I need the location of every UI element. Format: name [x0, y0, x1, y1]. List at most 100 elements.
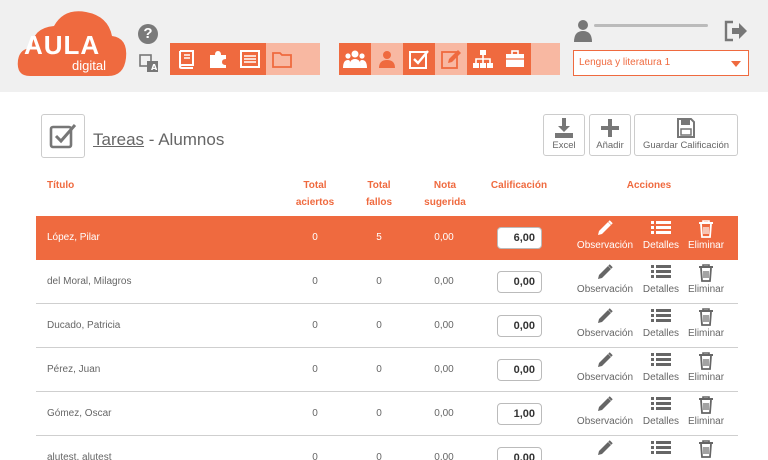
details-button[interactable]: Detalles [638, 308, 684, 339]
grade-input[interactable]: 0,00 [497, 359, 542, 381]
delete-button[interactable]: Eliminar [684, 352, 728, 383]
delete-button[interactable]: Eliminar [684, 440, 728, 460]
chevron-down-icon [731, 61, 741, 67]
add-button[interactable]: Añadir [589, 114, 631, 156]
delete-button[interactable]: Eliminar [684, 308, 728, 339]
student-name: Gómez, Oscar [47, 408, 112, 419]
pencil-icon [574, 264, 636, 282]
plus-icon [601, 119, 619, 137]
grade-input[interactable]: 6,00 [497, 227, 542, 249]
observation-label: Observación [576, 284, 634, 295]
details-label: Detalles [642, 328, 680, 339]
nota-sugerida: 0,00 [434, 452, 454, 460]
trash-icon [684, 352, 728, 370]
row-actions: Observación Detalles Eliminar [574, 220, 728, 258]
checkbox-icon[interactable] [403, 43, 435, 75]
observation-button[interactable]: Observación [574, 396, 636, 427]
user-icon[interactable] [371, 43, 403, 75]
pencil-icon [574, 396, 636, 414]
nota-sugerida: 0,00 [434, 408, 454, 419]
breadcrumb-tareas-link[interactable]: Tareas [93, 130, 144, 149]
folder-icon[interactable] [266, 43, 298, 75]
help-icon[interactable]: ? [138, 24, 158, 44]
observation-button[interactable]: Observación [574, 264, 636, 295]
observation-button[interactable]: Observación [574, 440, 636, 460]
details-label: Detalles [642, 372, 680, 383]
nota-sugerida: 0,00 [434, 320, 454, 331]
observation-label: Observación [576, 328, 634, 339]
puzzle-icon[interactable] [202, 43, 234, 75]
details-label: Detalles [642, 240, 680, 251]
grade-input[interactable]: 0,00 [497, 315, 542, 337]
delete-button[interactable]: Eliminar [684, 220, 728, 251]
list-window-icon[interactable] [234, 43, 266, 75]
table-row[interactable]: López, Pilar 0 5 0,00 6,00 Observación Detalle… [36, 216, 738, 260]
column-header-titulo[interactable]: Título [47, 177, 74, 194]
details-label: Detalles [642, 416, 680, 427]
details-button[interactable]: Detalles [638, 352, 684, 383]
translate-icon[interactable]: A [138, 52, 160, 74]
total-fallos: 0 [376, 408, 382, 419]
trash-icon [684, 396, 728, 414]
delete-button[interactable]: Eliminar [684, 264, 728, 295]
download-icon [555, 118, 573, 138]
total-aciertos: 0 [312, 452, 318, 460]
details-label: Detalles [642, 284, 680, 295]
grade-input[interactable]: 0,00 [497, 271, 542, 293]
delete-button[interactable]: Eliminar [684, 396, 728, 427]
aula-digital-logo[interactable]: AULA digital [16, 6, 128, 80]
column-header-nota[interactable]: Nota sugerida [419, 177, 471, 211]
list-icon [638, 352, 684, 370]
total-aciertos: 0 [312, 408, 318, 419]
student-name: Ducado, Patricia [47, 320, 121, 331]
group-icon[interactable] [339, 43, 371, 75]
breadcrumb-current: Alumnos [158, 130, 225, 149]
total-aciertos: 0 [312, 320, 318, 331]
column-header-calificacion[interactable]: Calificación [484, 177, 554, 194]
trash-icon [684, 264, 728, 282]
delete-label: Eliminar [687, 328, 725, 339]
pencil-icon [574, 220, 636, 238]
table-row[interactable]: Ducado, Patricia 0 0 0,00 0,00 Observación Det… [36, 304, 738, 348]
column-header-fallos[interactable]: Total fallos [357, 177, 401, 211]
table-row[interactable]: alutest, alutest 0 0 0,00 0,00 ObservaciónDet… [36, 436, 738, 460]
grade-input[interactable]: 1,00 [497, 403, 542, 425]
book-icon[interactable] [170, 43, 202, 75]
add-label: Añadir [596, 140, 624, 151]
hierarchy-icon[interactable] [467, 43, 499, 75]
observation-button[interactable]: Observación [574, 352, 636, 383]
header: AULA digital ? A Lengua y literatura 1 [0, 0, 768, 92]
subject-select[interactable]: Lengua y literatura 1 [573, 50, 749, 76]
total-fallos: 0 [376, 320, 382, 331]
page-title: Tareas - Alumnos [93, 130, 224, 150]
details-button[interactable]: Detalles [638, 396, 684, 427]
save-grade-button[interactable]: Guardar Calificación [634, 114, 738, 156]
student-name: del Moral, Milagros [47, 276, 132, 287]
observation-button[interactable]: Observación [574, 308, 636, 339]
table-row[interactable]: Gómez, Oscar 0 0 0,00 1,00 Observación Detalle… [36, 392, 738, 436]
briefcase-icon[interactable] [499, 43, 531, 75]
nota-sugerida: 0,00 [434, 232, 454, 243]
total-aciertos: 0 [312, 276, 318, 287]
student-name: alutest, alutest [47, 452, 112, 460]
details-button[interactable]: Detalles [638, 220, 684, 251]
student-name: López, Pilar [47, 232, 100, 243]
observation-button[interactable]: Observación [574, 220, 636, 251]
excel-button[interactable]: Excel [543, 114, 585, 156]
logo-sub-text: digital [72, 58, 106, 73]
column-header-aciertos[interactable]: Total aciertos [290, 177, 340, 211]
grade-input[interactable]: 0,00 [497, 447, 542, 460]
delete-label: Eliminar [687, 416, 725, 427]
list-icon [638, 264, 684, 282]
pencil-icon [574, 308, 636, 326]
user-avatar-icon [573, 18, 593, 47]
details-button[interactable]: Detalles [638, 264, 684, 295]
table-row[interactable]: del Moral, Milagros 0 0 0,00 0,00 Observación… [36, 260, 738, 304]
table-row[interactable]: Pérez, Juan 0 0 0,00 0,00 Observación Detalles… [36, 348, 738, 392]
trash-icon [684, 220, 728, 238]
list-icon [638, 220, 684, 238]
edit-icon[interactable] [435, 43, 467, 75]
save-grade-label: Guardar Calificación [642, 140, 730, 151]
logout-icon[interactable] [724, 20, 748, 47]
details-button[interactable]: Detalles [638, 440, 684, 460]
